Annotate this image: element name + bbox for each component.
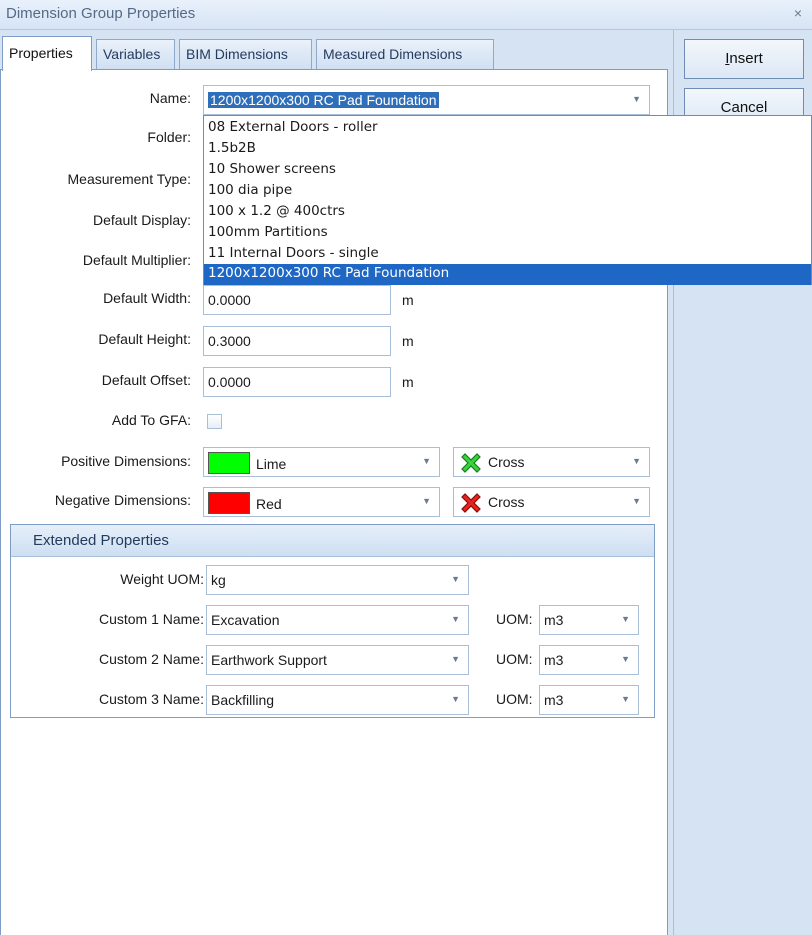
- chevron-down-icon[interactable]: ▼: [621, 614, 630, 624]
- weight-uom-combo[interactable]: kg ▼: [206, 565, 469, 595]
- weight-uom-label: Weight UOM:: [120, 571, 204, 587]
- custom-2-label: Custom 2 Name:: [98, 651, 204, 667]
- default-width-unit: m: [402, 292, 414, 308]
- list-item[interactable]: 1.5b2B: [204, 139, 811, 160]
- chevron-down-icon[interactable]: ▼: [422, 496, 431, 506]
- folder-label: Folder:: [147, 129, 191, 145]
- name-dropdown-list: 08 External Doors - roller 1.5b2B 10 Sho…: [203, 115, 812, 285]
- chevron-down-icon[interactable]: ▼: [451, 574, 460, 584]
- measurement-type-label: Measurement Type:: [67, 171, 191, 187]
- custom-2-uom-label: UOM:: [496, 651, 533, 667]
- list-item-selected[interactable]: 1200x1200x300 RC Pad Foundation: [204, 264, 811, 285]
- list-item[interactable]: 100mm Partitions: [204, 223, 811, 244]
- chevron-down-icon[interactable]: ▼: [621, 654, 630, 664]
- custom-3-uom-value: m3: [544, 692, 564, 708]
- add-to-gfa-checkbox[interactable]: [207, 414, 222, 429]
- window-title: Dimension Group Properties: [6, 5, 196, 22]
- extended-properties-group: Extended Properties Weight UOM: kg ▼ Cus…: [10, 524, 655, 718]
- tab-measured-dimensions[interactable]: Measured Dimensions: [316, 39, 494, 70]
- default-offset-unit: m: [402, 374, 414, 390]
- custom-3-combo[interactable]: Backfilling ▼: [206, 685, 469, 715]
- custom-1-label: Custom 1 Name:: [98, 611, 204, 627]
- negative-marker-combo[interactable]: Cross ▼: [453, 487, 650, 517]
- positive-marker-value: Cross: [488, 454, 525, 470]
- negative-color-combo[interactable]: Red ▼: [203, 487, 440, 517]
- name-value: 1200x1200x300 RC Pad Foundation: [208, 92, 439, 108]
- negative-dimensions-label: Negative Dimensions:: [54, 492, 191, 508]
- chevron-down-icon[interactable]: ▼: [422, 456, 431, 466]
- custom-1-combo[interactable]: Excavation ▼: [206, 605, 469, 635]
- chevron-down-icon[interactable]: ▼: [632, 496, 641, 506]
- list-item[interactable]: 10 Shower screens: [204, 160, 811, 181]
- chevron-down-icon[interactable]: ▼: [621, 694, 630, 704]
- default-offset-field[interactable]: 0.0000: [203, 367, 391, 397]
- custom-2-uom-value: m3: [544, 652, 564, 668]
- positive-marker-combo[interactable]: Cross ▼: [453, 447, 650, 477]
- custom-3-label: Custom 3 Name:: [98, 691, 204, 707]
- default-height-field[interactable]: 0.3000: [203, 326, 391, 356]
- insert-label: nsert: [729, 50, 763, 67]
- name-combo[interactable]: 1200x1200x300 RC Pad Foundation ▼: [203, 85, 650, 115]
- cross-icon: [461, 453, 481, 473]
- list-item[interactable]: 100 x 1.2 @ 400ctrs: [204, 202, 811, 223]
- positive-color-name: Lime: [256, 456, 287, 472]
- list-item[interactable]: 08 External Doors - roller: [204, 118, 811, 139]
- red-swatch: [208, 492, 250, 514]
- default-display-label: Default Display:: [92, 212, 191, 228]
- negative-color-name: Red: [256, 496, 282, 512]
- list-item[interactable]: 100 dia pipe: [204, 181, 811, 202]
- custom-1-uom-value: m3: [544, 612, 564, 628]
- add-to-gfa-label: Add To GFA:: [111, 412, 191, 428]
- tab-properties[interactable]: Properties: [2, 36, 92, 71]
- default-offset-label: Default Offset:: [101, 372, 191, 388]
- weight-uom-value: kg: [211, 572, 226, 588]
- chevron-down-icon[interactable]: ▼: [451, 614, 460, 624]
- list-item[interactable]: 11 Internal Doors - single: [204, 244, 811, 265]
- custom-2-value: Earthwork Support: [211, 652, 327, 668]
- name-label: Name:: [149, 90, 191, 106]
- default-multiplier-label: Default Multiplier:: [82, 252, 191, 268]
- chevron-down-icon[interactable]: ▼: [451, 654, 460, 664]
- positive-color-combo[interactable]: Lime ▼: [203, 447, 440, 477]
- chevron-down-icon[interactable]: ▼: [451, 694, 460, 704]
- default-height-label: Default Height:: [98, 331, 191, 347]
- name-value-wrap: 1200x1200x300 RC Pad Foundation: [208, 92, 439, 108]
- lime-swatch: [208, 452, 250, 474]
- default-width-field[interactable]: 0.0000: [203, 285, 391, 315]
- custom-1-value: Excavation: [211, 612, 280, 628]
- positive-dimensions-label: Positive Dimensions:: [61, 453, 191, 469]
- custom-1-uom-combo[interactable]: m3 ▼: [539, 605, 639, 635]
- custom-2-uom-combo[interactable]: m3 ▼: [539, 645, 639, 675]
- default-height-unit: m: [402, 333, 414, 349]
- insert-button[interactable]: Insert: [684, 39, 804, 79]
- chevron-down-icon[interactable]: ▼: [632, 94, 641, 104]
- chevron-down-icon[interactable]: ▼: [632, 456, 641, 466]
- default-width-label: Default Width:: [103, 290, 191, 306]
- close-icon[interactable]: ×: [788, 4, 808, 24]
- extended-properties-header: Extended Properties: [11, 525, 654, 557]
- custom-3-uom-combo[interactable]: m3 ▼: [539, 685, 639, 715]
- custom-3-uom-label: UOM:: [496, 691, 533, 707]
- tab-bim-dimensions[interactable]: BIM Dimensions: [179, 39, 312, 70]
- cross-icon: [461, 493, 481, 513]
- title-bar: Dimension Group Properties ×: [0, 0, 812, 30]
- custom-1-uom-label: UOM:: [496, 611, 533, 627]
- tab-variables[interactable]: Variables: [96, 39, 175, 70]
- custom-2-combo[interactable]: Earthwork Support ▼: [206, 645, 469, 675]
- custom-3-value: Backfilling: [211, 692, 275, 708]
- negative-marker-value: Cross: [488, 494, 525, 510]
